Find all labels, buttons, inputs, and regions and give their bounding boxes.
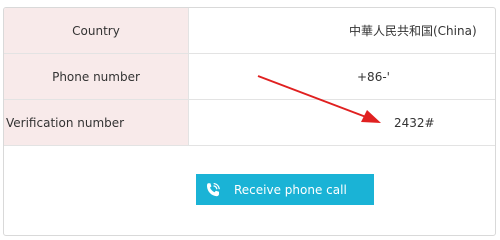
phone-value: +86-': [357, 69, 390, 84]
phone-call-icon: [204, 181, 222, 199]
country-label: Country: [4, 8, 189, 53]
receive-phone-call-button[interactable]: Receive phone call: [196, 174, 374, 205]
country-value: 中華人民共和国(China): [349, 24, 477, 38]
phone-label: Phone number: [4, 54, 189, 99]
verification-value-cell: 2432#: [189, 100, 495, 145]
phone-row: Phone number +86-': [4, 54, 495, 100]
verification-value: 2432#: [394, 115, 435, 130]
verification-row: Verification number 2432#: [4, 100, 495, 146]
country-value-cell: 中華人民共和国(China): [189, 8, 495, 53]
country-row: Country 中華人民共和国(China): [4, 8, 495, 54]
verification-label: Verification number: [4, 100, 189, 145]
receive-phone-call-label: Receive phone call: [234, 182, 347, 197]
phone-value-cell: +86-': [189, 54, 495, 99]
